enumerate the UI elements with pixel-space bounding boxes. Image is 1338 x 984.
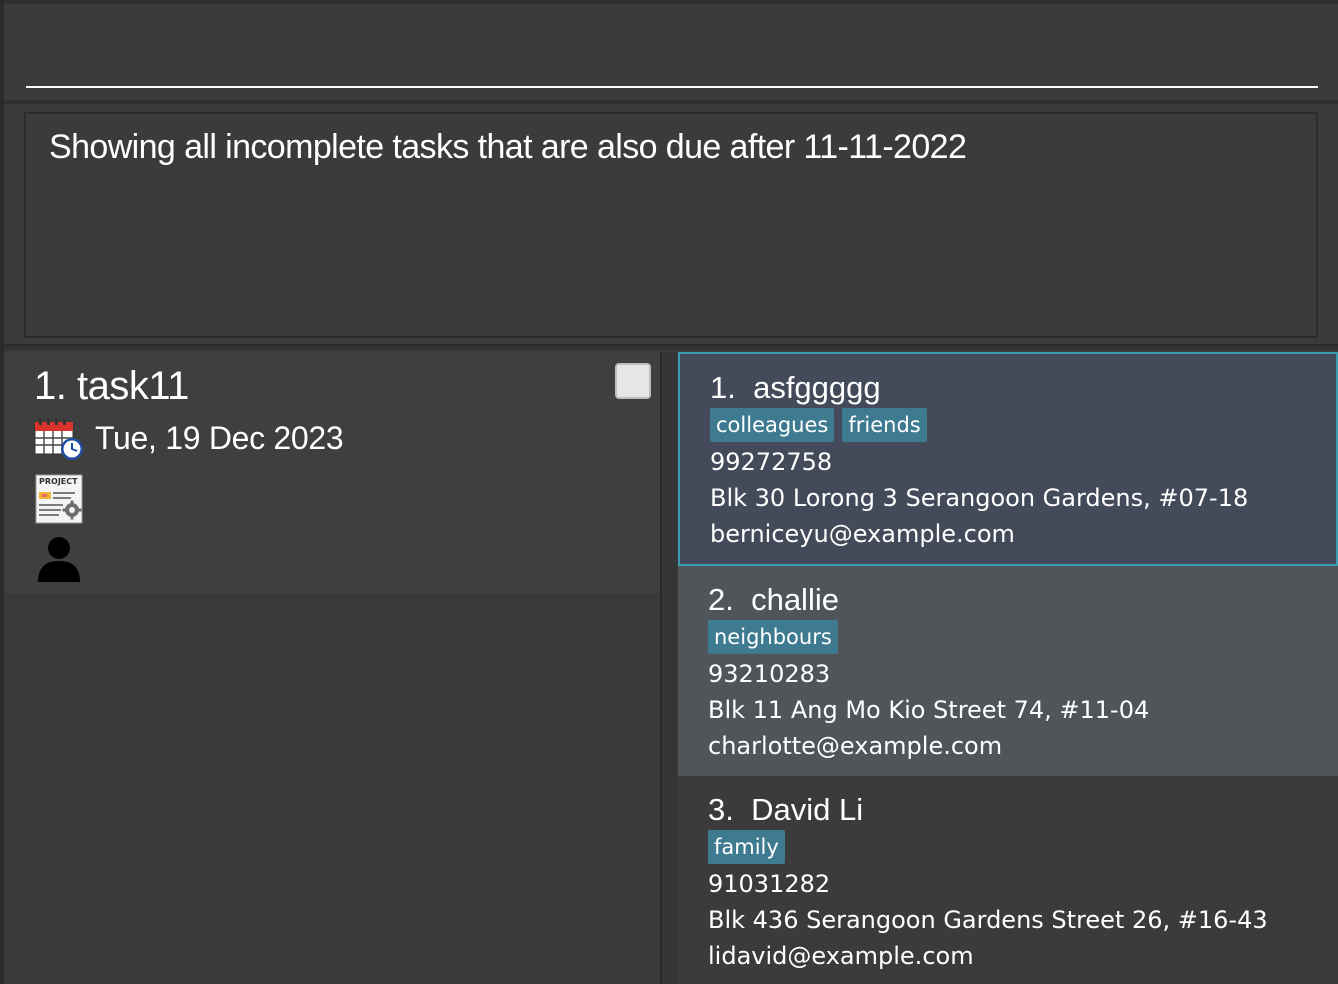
person-name: 1. asfggggg [710, 370, 881, 405]
task-card[interactable]: 1. task11 Tue, 19 Dec 2023 PROJECT [4, 352, 660, 594]
person-card[interactable]: 1. asfggggg colleagues friends 99272758 … [678, 352, 1338, 566]
calendar-clock-icon [34, 418, 83, 460]
tag: friends [842, 408, 927, 442]
person-phone: 91031282 [708, 870, 831, 898]
svg-text:PROJECT: PROJECT [39, 477, 78, 486]
result-display: Showing all incomplete tasks that are al… [24, 112, 1318, 338]
person-tags: colleagues friends [710, 408, 927, 442]
person-tags: family [708, 830, 785, 864]
person-email: lidavid@example.com [708, 942, 974, 970]
person-phone: 93210283 [708, 660, 831, 688]
person-icon [38, 537, 80, 582]
person-list-panel[interactable]: 1. asfggggg colleagues friends 99272758 … [678, 352, 1338, 984]
command-box-area [4, 0, 1338, 100]
task-list-panel[interactable]: 1. task11 Tue, 19 Dec 2023 PROJECT [4, 352, 660, 984]
person-tags: neighbours [708, 620, 838, 654]
person-email: charlotte@example.com [708, 732, 1003, 760]
task-complete-checkbox[interactable] [615, 363, 651, 399]
task-title: 1. task11 [34, 364, 189, 408]
command-input[interactable] [26, 34, 1318, 88]
person-address: Blk 30 Lorong 3 Serangoon Gardens, #07-1… [710, 484, 1249, 512]
section-divider [4, 344, 1338, 350]
person-name: 2. challie [708, 582, 839, 617]
person-address: Blk 11 Ang Mo Kio Street 74, #11-04 [708, 696, 1150, 724]
project-document-icon: PROJECT [35, 474, 83, 524]
task-deadline: Tue, 19 Dec 2023 [95, 420, 344, 456]
person-address: Blk 436 Serangoon Gardens Street 26, #16… [708, 906, 1268, 934]
person-email: berniceyu@example.com [710, 520, 1015, 548]
tag: family [708, 830, 785, 864]
section-divider [4, 100, 1338, 104]
tag: neighbours [708, 620, 838, 654]
panel-splitter[interactable] [660, 352, 678, 984]
person-phone: 99272758 [710, 448, 833, 476]
person-name: 3. David Li [708, 792, 864, 827]
person-card[interactable]: 3. David Li family 91031282 Blk 436 Sera… [678, 776, 1338, 984]
result-message: Showing all incomplete tasks that are al… [49, 128, 967, 166]
tag: colleagues [710, 408, 835, 442]
person-card[interactable]: 2. challie neighbours 93210283 Blk 11 An… [678, 566, 1338, 776]
